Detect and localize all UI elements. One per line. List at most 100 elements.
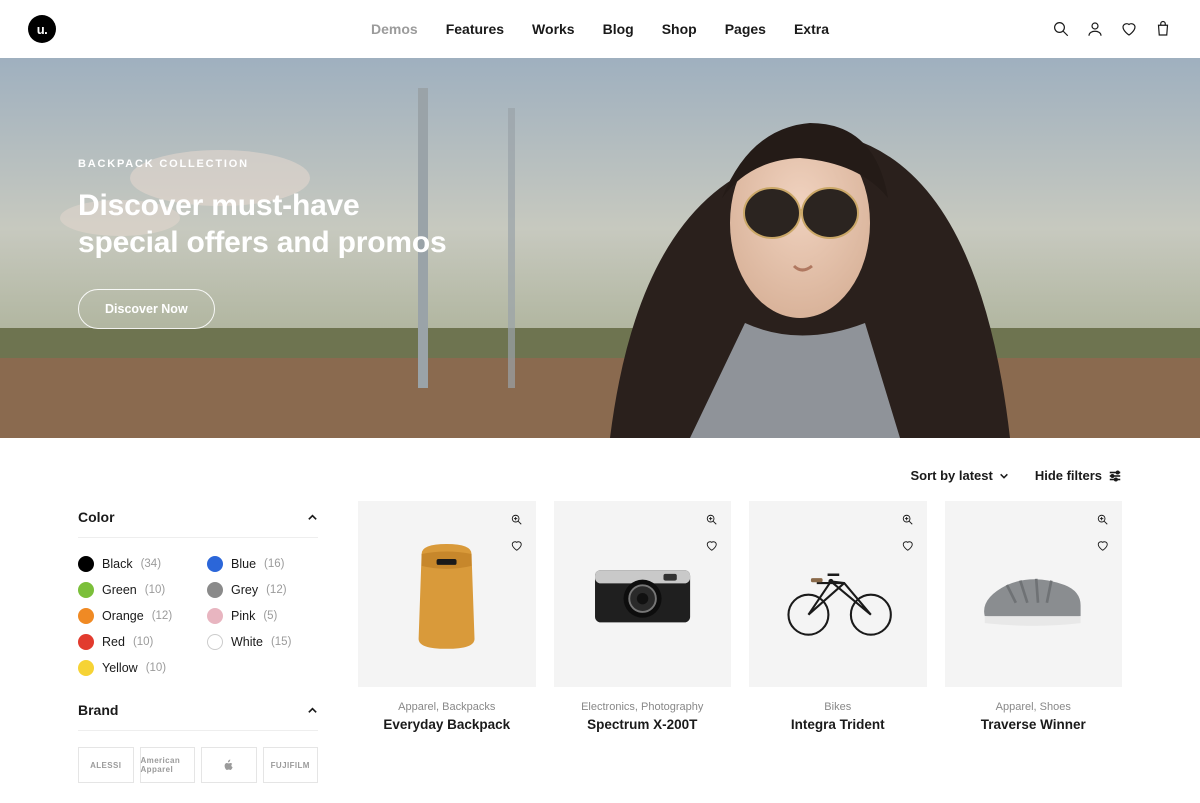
product-card[interactable]: Apparel, Shoes Traverse Winner xyxy=(945,501,1123,783)
color-swatch-icon xyxy=(207,634,223,650)
chevron-down-icon xyxy=(999,471,1009,481)
product-image xyxy=(749,501,927,687)
color-count: (10) xyxy=(145,584,165,596)
product-grid: Apparel, Backpacks Everyday Backpack Ele… xyxy=(358,501,1122,783)
color-count: (10) xyxy=(133,636,153,648)
color-count: (12) xyxy=(266,584,286,596)
product-title: Spectrum X-200T xyxy=(554,717,732,732)
header-actions xyxy=(1052,20,1172,38)
hero-title-line2: special offers and promos xyxy=(78,226,446,259)
hero-title-line1: Discover must-have xyxy=(78,189,360,222)
filter-color-head[interactable]: Color xyxy=(78,509,318,538)
product-categories: Bikes xyxy=(749,701,927,713)
cart-icon[interactable] xyxy=(1154,20,1172,38)
sort-label: Sort by latest xyxy=(910,468,992,483)
product-categories: Apparel, Shoes xyxy=(945,701,1123,713)
product-title: Integra Trident xyxy=(749,717,927,732)
wishlist-icon[interactable] xyxy=(508,537,526,555)
color-name: Black xyxy=(102,557,133,571)
color-swatch-icon xyxy=(78,660,94,676)
hero-banner: BACKPACK COLLECTION Discover must-have s… xyxy=(0,58,1200,438)
nav-demos[interactable]: Demos xyxy=(371,21,418,37)
nav-pages[interactable]: Pages xyxy=(725,21,766,37)
quickview-icon[interactable] xyxy=(508,511,526,529)
color-swatch-icon xyxy=(78,556,94,572)
color-count: (34) xyxy=(141,558,161,570)
product-title: Traverse Winner xyxy=(945,717,1123,732)
product-title: Everyday Backpack xyxy=(358,717,536,732)
wishlist-icon[interactable] xyxy=(1120,20,1138,38)
color-filter-white[interactable]: White (15) xyxy=(207,634,318,650)
hero-title: Discover must-have special offers and pr… xyxy=(78,188,520,261)
brand-filter[interactable]: ALESSI xyxy=(78,747,134,783)
filter-brand-title: Brand xyxy=(78,702,118,718)
search-icon[interactable] xyxy=(1052,20,1070,38)
color-swatch-icon xyxy=(207,582,223,598)
header: u. Demos Features Works Blog Shop Pages … xyxy=(0,0,1200,58)
color-name: Grey xyxy=(231,583,258,597)
color-swatch-icon xyxy=(78,608,94,624)
color-name: Pink xyxy=(231,609,255,623)
color-filter-green[interactable]: Green (10) xyxy=(78,582,189,598)
color-filter-black[interactable]: Black (34) xyxy=(78,556,189,572)
color-swatch-icon xyxy=(207,556,223,572)
nav-blog[interactable]: Blog xyxy=(603,21,634,37)
nav-shop[interactable]: Shop xyxy=(662,21,697,37)
brand-filter[interactable] xyxy=(201,747,257,783)
color-count: (16) xyxy=(264,558,284,570)
main-nav: Demos Features Works Blog Shop Pages Ext… xyxy=(371,21,829,37)
filter-color-title: Color xyxy=(78,509,115,525)
color-filter-grey[interactable]: Grey (12) xyxy=(207,582,318,598)
wishlist-icon[interactable] xyxy=(703,537,721,555)
apple-icon xyxy=(222,758,236,772)
color-filter-orange[interactable]: Orange (12) xyxy=(78,608,189,624)
product-categories: Electronics, Photography xyxy=(554,701,732,713)
product-card[interactable]: Apparel, Backpacks Everyday Backpack xyxy=(358,501,536,783)
product-image xyxy=(945,501,1123,687)
filters-sidebar: Color Black (34) Blue (16) Green (10) Grey … xyxy=(78,501,318,783)
brand-filter[interactable]: American Apparel xyxy=(140,747,196,783)
nav-extra[interactable]: Extra xyxy=(794,21,829,37)
wishlist-icon[interactable] xyxy=(1094,537,1112,555)
color-filter-pink[interactable]: Pink (5) xyxy=(207,608,318,624)
chevron-up-icon xyxy=(307,512,318,523)
quickview-icon[interactable] xyxy=(703,511,721,529)
wishlist-icon[interactable] xyxy=(899,537,917,555)
color-name: White xyxy=(231,635,263,649)
brand-grid: ALESSIAmerican Apparel FUJIFILM xyxy=(78,731,318,783)
chevron-up-icon xyxy=(307,705,318,716)
color-name: Red xyxy=(102,635,125,649)
color-name: Orange xyxy=(102,609,144,623)
product-categories: Apparel, Backpacks xyxy=(358,701,536,713)
quickview-icon[interactable] xyxy=(1094,511,1112,529)
color-swatch-icon xyxy=(78,634,94,650)
brand-filter[interactable]: FUJIFILM xyxy=(263,747,319,783)
account-icon[interactable] xyxy=(1086,20,1104,38)
sort-dropdown[interactable]: Sort by latest xyxy=(910,468,1008,483)
color-count: (15) xyxy=(271,636,291,648)
color-filter-yellow[interactable]: Yellow (10) xyxy=(78,660,189,676)
shop-main: Color Black (34) Blue (16) Green (10) Grey … xyxy=(0,501,1200,803)
color-name: Green xyxy=(102,583,137,597)
hero-eyebrow: BACKPACK COLLECTION xyxy=(78,158,520,170)
logo[interactable]: u. xyxy=(28,15,56,43)
product-image xyxy=(358,501,536,687)
filter-brand-head[interactable]: Brand xyxy=(78,702,318,731)
color-count: (12) xyxy=(152,610,172,622)
color-filter-blue[interactable]: Blue (16) xyxy=(207,556,318,572)
color-count: (10) xyxy=(146,662,166,674)
sliders-icon xyxy=(1108,469,1122,483)
hide-filters-toggle[interactable]: Hide filters xyxy=(1035,468,1122,483)
product-card[interactable]: Electronics, Photography Spectrum X-200T xyxy=(554,501,732,783)
color-swatches: Black (34)Blue (16)Green (10)Grey (12)Or… xyxy=(78,538,318,702)
color-filter-red[interactable]: Red (10) xyxy=(78,634,189,650)
hide-filters-label: Hide filters xyxy=(1035,468,1102,483)
color-swatch-icon xyxy=(207,608,223,624)
shop-toolbar: Sort by latest Hide filters xyxy=(0,438,1200,501)
nav-works[interactable]: Works xyxy=(532,21,575,37)
quickview-icon[interactable] xyxy=(899,511,917,529)
product-card[interactable]: Bikes Integra Trident xyxy=(749,501,927,783)
nav-features[interactable]: Features xyxy=(446,21,504,37)
color-count: (5) xyxy=(263,610,277,622)
discover-button[interactable]: Discover Now xyxy=(78,289,215,329)
